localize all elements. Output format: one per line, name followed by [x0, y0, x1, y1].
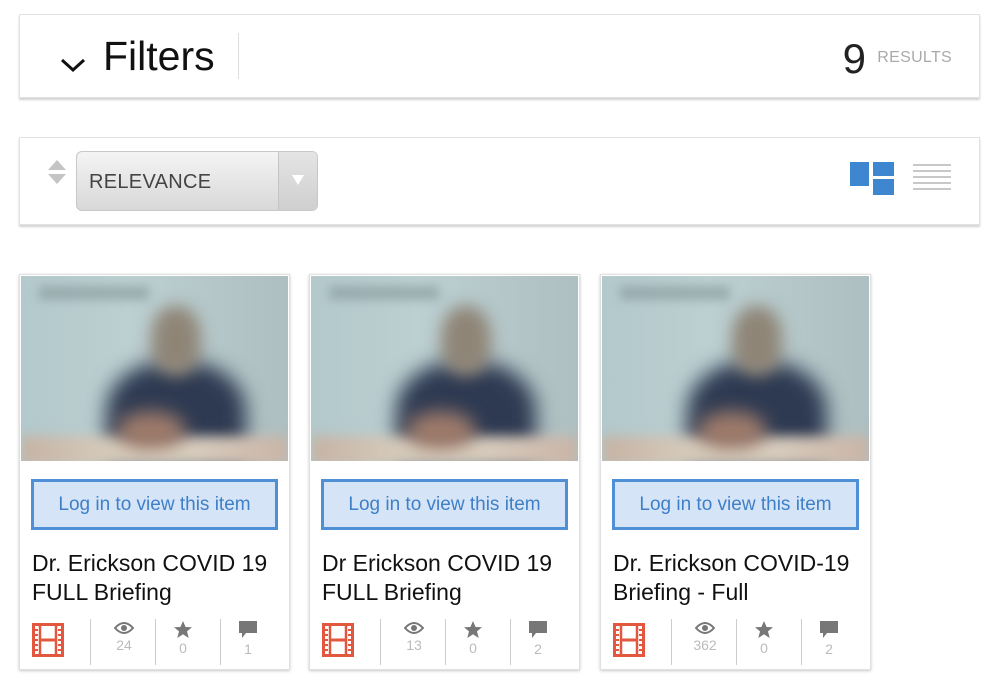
card-title[interactable]: Dr Erickson COVID 19 FULL Briefing — [322, 549, 572, 607]
views-stat: 24 — [94, 617, 154, 653]
views-count: 13 — [406, 637, 422, 653]
views-count: 362 — [693, 637, 717, 653]
divider — [238, 33, 239, 79]
divider — [671, 619, 672, 665]
film-icon — [322, 623, 354, 657]
results-label: RESULTS — [877, 49, 952, 66]
divider — [380, 619, 381, 665]
star-icon — [464, 621, 482, 638]
stars-count: 0 — [469, 640, 477, 656]
filters-toggle[interactable]: Filters — [103, 33, 215, 80]
grid-view-icon[interactable] — [850, 161, 894, 195]
filters-bar: Filters 9 RESULTS — [19, 14, 980, 98]
results-count: 9 — [842, 35, 866, 82]
result-card[interactable]: Log in to view this item Dr. Erickson CO… — [19, 274, 290, 670]
film-icon — [613, 623, 645, 657]
stars-count: 0 — [179, 640, 187, 656]
comment-icon — [529, 621, 547, 638]
login-to-view-button[interactable]: Log in to view this item — [612, 479, 859, 530]
film-icon — [32, 623, 64, 657]
card-stats: 24 0 1 — [20, 617, 289, 665]
comments-count: 2 — [825, 641, 833, 657]
list-view-icon[interactable] — [913, 163, 951, 191]
eye-icon — [695, 622, 715, 634]
thumbnail[interactable] — [602, 276, 869, 461]
sort-select[interactable]: RELEVANCE — [76, 151, 318, 211]
result-card[interactable]: Log in to view this item Dr Erickson COV… — [309, 274, 580, 670]
stars-stat: 0 — [734, 617, 794, 656]
thumbnail[interactable] — [311, 276, 578, 461]
thumbnail[interactable] — [21, 276, 288, 461]
login-to-view-button[interactable]: Log in to view this item — [31, 479, 278, 530]
comment-icon — [239, 621, 257, 638]
star-icon — [755, 621, 773, 638]
sort-dropdown-button[interactable] — [278, 152, 317, 210]
sort-bar: RELEVANCE — [19, 137, 980, 225]
eye-icon — [404, 622, 424, 634]
result-card[interactable]: Log in to view this item Dr. Erickson CO… — [600, 274, 871, 670]
stars-count: 0 — [760, 640, 768, 656]
card-stats: 362 0 2 — [601, 617, 870, 665]
card-stats: 13 0 2 — [310, 617, 579, 665]
views-stat: 13 — [384, 617, 444, 653]
comments-stat: 2 — [799, 617, 859, 657]
eye-icon — [114, 622, 134, 634]
star-icon — [174, 621, 192, 638]
views-stat: 362 — [675, 617, 735, 653]
sort-select-value: RELEVANCE — [89, 171, 212, 193]
stars-stat: 0 — [443, 617, 503, 656]
caret-down-icon — [292, 175, 304, 185]
comments-count: 1 — [244, 641, 252, 657]
card-title[interactable]: Dr. Erickson COVID-19 Briefing - Full — [613, 549, 863, 607]
stars-stat: 0 — [153, 617, 213, 656]
comments-stat: 2 — [508, 617, 568, 657]
comment-icon — [820, 621, 838, 638]
comments-count: 2 — [534, 641, 542, 657]
card-title[interactable]: Dr. Erickson COVID 19 FULL Briefing — [32, 549, 282, 607]
chevron-down-icon[interactable] — [58, 55, 88, 75]
login-to-view-button[interactable]: Log in to view this item — [321, 479, 568, 530]
comments-stat: 1 — [218, 617, 278, 657]
divider — [90, 619, 91, 665]
views-count: 24 — [116, 637, 132, 653]
sort-direction-icon[interactable] — [47, 158, 67, 188]
